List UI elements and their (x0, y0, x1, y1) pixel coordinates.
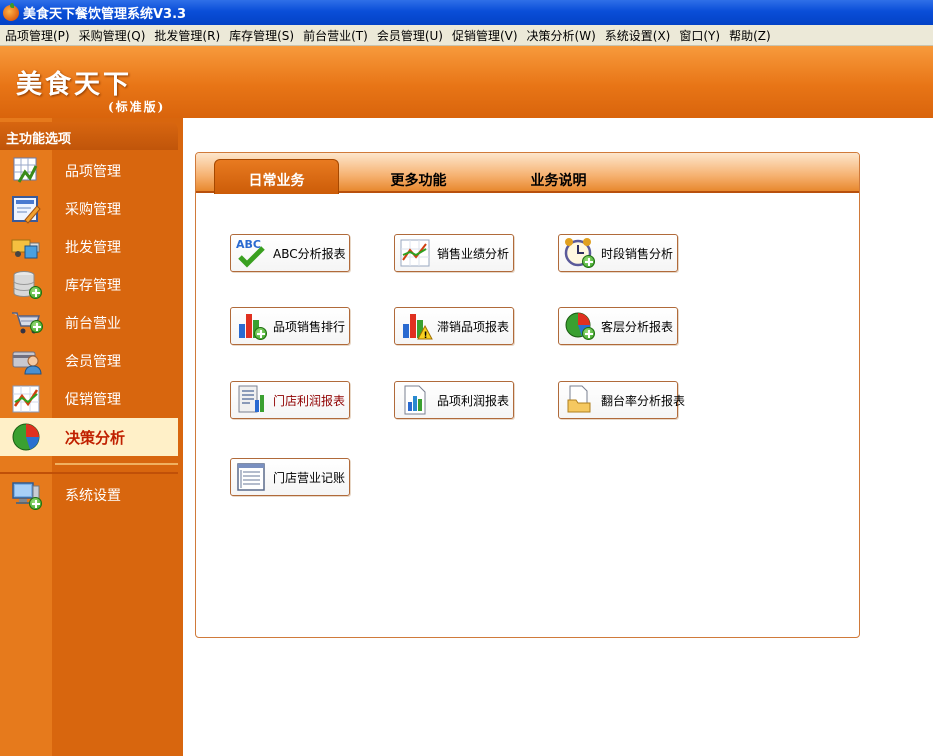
sidebar-item-label: 采购管理 (65, 202, 121, 218)
button-label: ABC分析报表 (273, 246, 346, 261)
menu-item-window[interactable]: 窗口(Y) (674, 27, 724, 44)
sales-performance-analysis-button[interactable]: 销售业绩分析 (394, 234, 514, 272)
bar-chart-plus-icon (235, 310, 269, 342)
menu-item-settings[interactable]: 系统设置(X) (600, 27, 675, 44)
sidebar-item-label: 促销管理 (65, 392, 121, 408)
add-badge-icon (254, 327, 267, 340)
inventory-database-icon (11, 270, 43, 300)
sidebar-divider (55, 463, 178, 465)
menu-item-inventory[interactable]: 库存管理(S) (224, 27, 298, 44)
button-label: 时段销售分析 (601, 246, 674, 261)
edition-label: (标准版) (108, 100, 166, 114)
function-panel: 日常业务 更多功能 业务说明 ABC ABC分析报表 销售业绩分析 时段销售分析… (195, 152, 860, 638)
report-bars-icon (235, 384, 269, 416)
tab-more-functions[interactable]: 更多功能 (356, 167, 481, 193)
add-badge-icon (582, 327, 595, 340)
svg-text:!: ! (424, 331, 428, 341)
table-turnover-analysis-button[interactable]: 翻台率分析报表 (558, 381, 685, 419)
pie-chart-plus-icon (563, 310, 597, 342)
sidebar-item-label: 前台营业 (65, 316, 121, 332)
store-business-bookkeeping-button[interactable]: 门店营业记账 (230, 458, 350, 496)
sidebar-item-settings[interactable]: 系统设置 (0, 476, 178, 514)
menu-item-items[interactable]: 品项管理(P) (0, 27, 74, 44)
sidebar-item-items[interactable]: 品项管理 (0, 152, 178, 190)
sidebar-item-label: 批发管理 (65, 240, 121, 256)
menu-bar: 品项管理(P) 采购管理(Q) 批发管理(R) 库存管理(S) 前台营业(T) … (0, 25, 933, 46)
sidebar-item-promotion[interactable]: 促销管理 (0, 380, 178, 418)
promotion-chart-icon (11, 384, 43, 414)
add-badge-icon (582, 255, 595, 268)
app-logo-icon (3, 2, 19, 21)
sidebar-item-wholesale[interactable]: 批发管理 (0, 228, 178, 266)
tab-strip: 日常业务 更多功能 业务说明 (196, 153, 859, 194)
ledger-window-icon (235, 461, 269, 493)
add-badge-icon (29, 286, 42, 299)
button-label: 客层分析报表 (601, 319, 674, 334)
bar-chart-warning-icon: ! (399, 310, 433, 342)
menu-item-wholesale[interactable]: 批发管理(R) (149, 27, 224, 44)
svg-text:ABC: ABC (236, 238, 261, 251)
wholesale-truck-icon (11, 232, 43, 262)
button-label: 门店利润报表 (273, 393, 346, 408)
add-badge-icon (29, 497, 42, 510)
header-banner: 美食天下 (标准版) (0, 46, 933, 118)
period-sales-analysis-button[interactable]: 时段销售分析 (558, 234, 678, 272)
add-badge-icon (30, 320, 43, 333)
sidebar-item-front-desk[interactable]: 前台营业 (0, 304, 178, 342)
alarm-clock-icon (563, 237, 597, 269)
member-icon (11, 346, 43, 376)
button-label: 门店营业记账 (273, 470, 346, 485)
document-bars-icon (399, 384, 433, 416)
shopping-cart-icon (11, 308, 43, 338)
window-title: 美食天下餐饮管理系统V3.3 (23, 7, 187, 22)
sidebar-item-label: 品项管理 (65, 164, 121, 180)
store-profit-report-button[interactable]: 门店利润报表 (230, 381, 350, 419)
sidebar: 主功能选项 品项管理 采购管理 批发管理 库存管理 前台营业 会员管理 促销管理… (0, 118, 183, 756)
sidebar-item-inventory[interactable]: 库存管理 (0, 266, 178, 304)
brand-logo-text: 美食天下 (16, 70, 133, 100)
menu-item-help[interactable]: 帮助(Z) (724, 27, 775, 44)
sidebar-item-members[interactable]: 会员管理 (0, 342, 178, 380)
folder-document-icon (563, 384, 597, 416)
sidebar-header: 主功能选项 (0, 122, 178, 150)
sidebar-item-label: 系统设置 (65, 488, 121, 504)
sidebar-item-label: 决策分析 (65, 428, 126, 447)
menu-item-analysis[interactable]: 决策分析(W) (522, 27, 600, 44)
abc-check-icon: ABC (235, 237, 269, 269)
line-chart-icon (399, 237, 433, 269)
button-label: 品项销售排行 (273, 319, 346, 334)
title-bar: 美食天下餐饮管理系统V3.3 (0, 0, 933, 25)
menu-item-purchase[interactable]: 采购管理(Q) (74, 27, 150, 44)
pie-chart-icon (11, 422, 43, 452)
slow-moving-items-report-button[interactable]: ! 滞销品项报表 (394, 307, 514, 345)
button-label: 翻台率分析报表 (601, 393, 686, 408)
button-label: 品项利润报表 (437, 393, 510, 408)
customer-segment-analysis-button[interactable]: 客层分析报表 (558, 307, 678, 345)
sidebar-item-label: 库存管理 (65, 278, 121, 294)
purchase-icon (11, 194, 43, 224)
item-profit-report-button[interactable]: 品项利润报表 (394, 381, 514, 419)
button-label: 销售业绩分析 (437, 246, 510, 261)
item-management-icon (11, 156, 43, 186)
menu-item-front-desk[interactable]: 前台营业(T) (298, 27, 372, 44)
sidebar-item-purchase[interactable]: 采购管理 (0, 190, 178, 228)
sidebar-item-label: 会员管理 (65, 354, 121, 370)
item-sales-ranking-button[interactable]: 品项销售排行 (230, 307, 350, 345)
tab-business-description[interactable]: 业务说明 (496, 167, 621, 193)
button-label: 滞销品项报表 (437, 319, 510, 334)
sidebar-divider (0, 472, 178, 474)
menu-item-members[interactable]: 会员管理(U) (372, 27, 447, 44)
computer-settings-icon (11, 480, 43, 510)
menu-item-promotion[interactable]: 促销管理(V) (447, 27, 522, 44)
tab-daily-business[interactable]: 日常业务 (214, 159, 339, 194)
abc-analysis-report-button[interactable]: ABC ABC分析报表 (230, 234, 350, 272)
sidebar-item-analysis[interactable]: 决策分析 (0, 418, 178, 456)
